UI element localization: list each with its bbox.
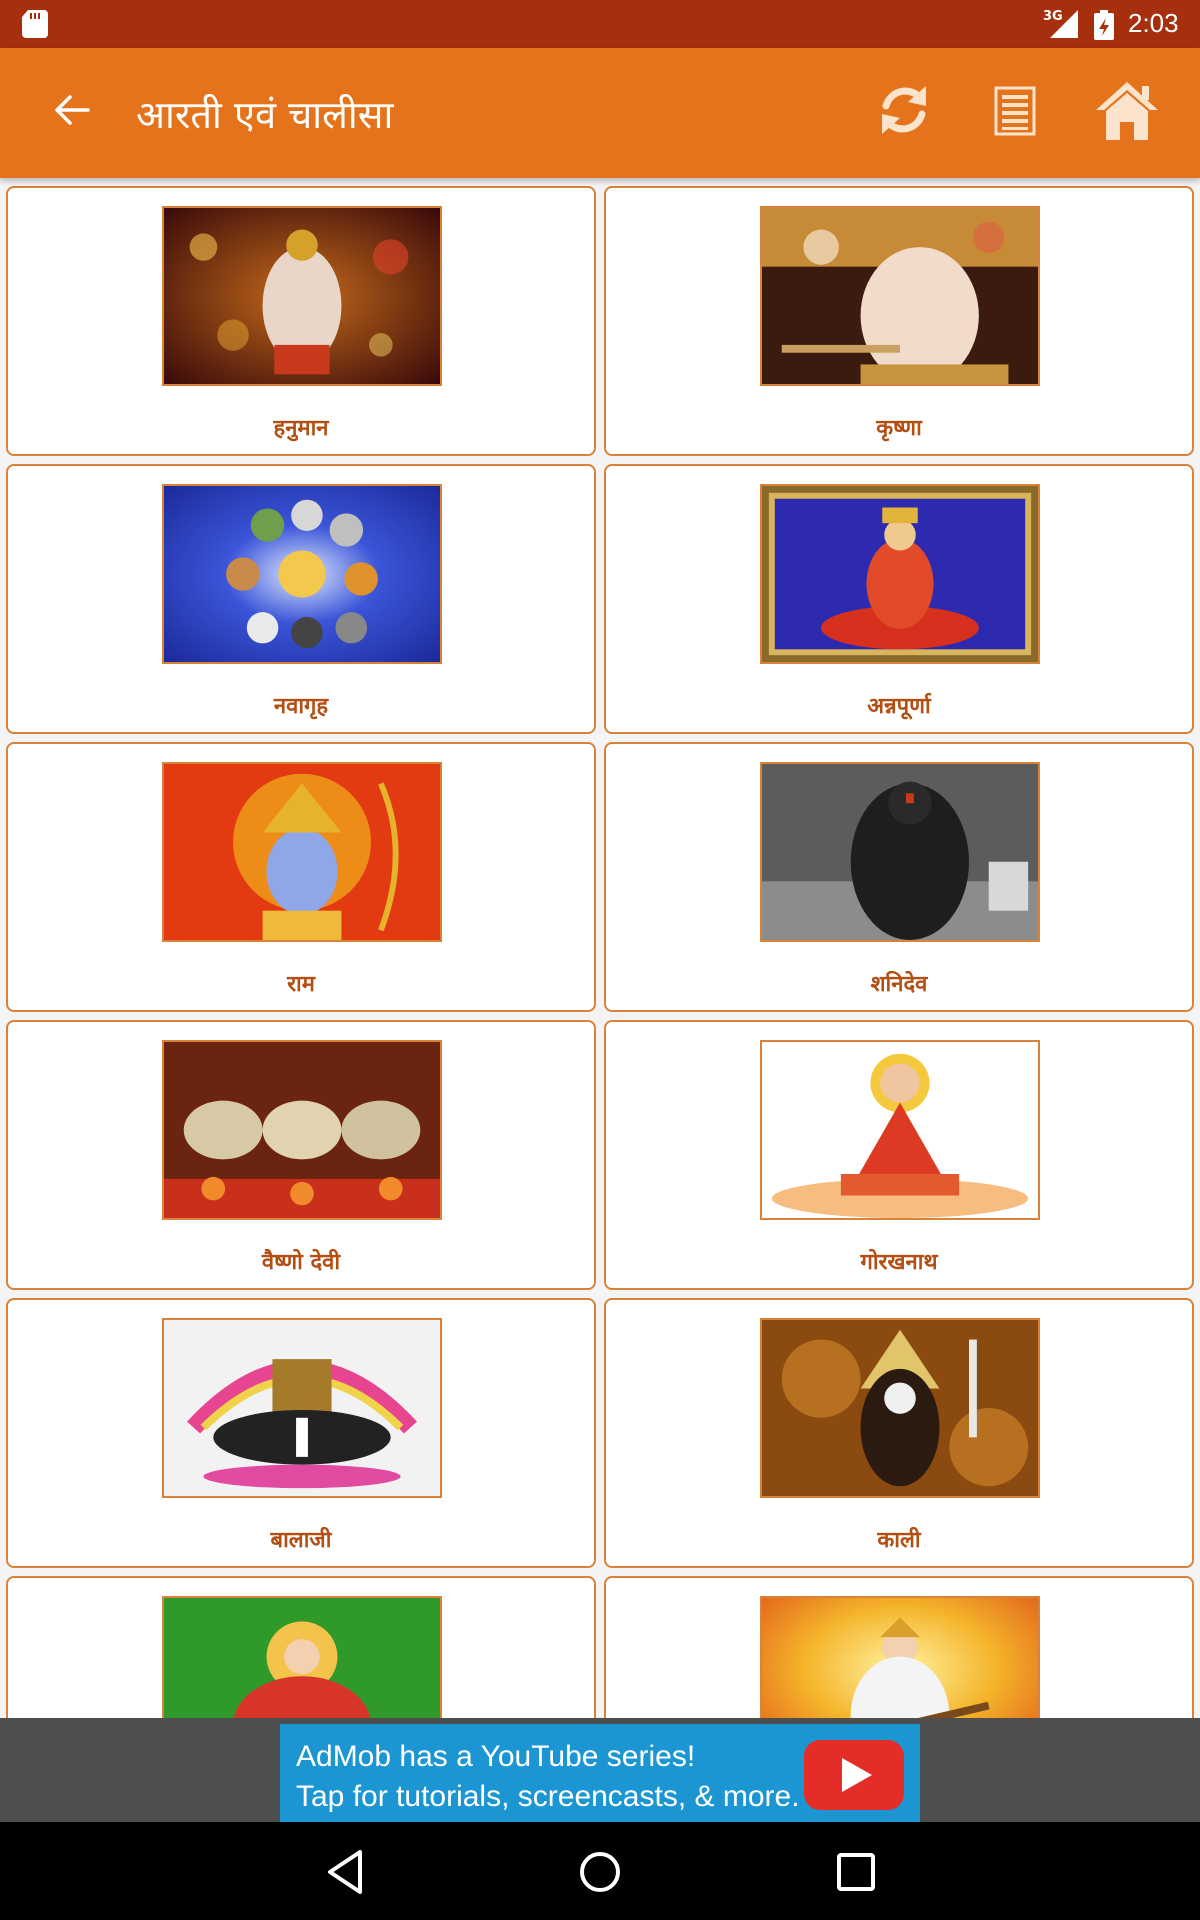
card-shanidev[interactable]: शनिदेव [604, 742, 1194, 1012]
deity-grid: हनुमान कृष्णा नवागृह अन्नपूर्णा राम शनिद… [0, 178, 1200, 1718]
durga-image [162, 1596, 442, 1718]
card-saraswati[interactable] [604, 1576, 1194, 1718]
refresh-icon[interactable] [878, 82, 930, 138]
card-annapurna[interactable]: अन्नपूर्णा [604, 464, 1194, 734]
list-icon[interactable] [994, 86, 1036, 136]
ad-strip: AdMob has a YouTube series! Tap for tuto… [0, 1718, 1200, 1824]
app-bar: आरती एवं चालीसा [0, 48, 1200, 178]
back-arrow-icon[interactable] [52, 90, 92, 130]
card-kali[interactable]: काली [604, 1298, 1194, 1568]
nav-recents-icon[interactable] [830, 1846, 882, 1898]
card-label: बालाजी [270, 1528, 332, 1553]
ad-headline: AdMob has a YouTube series! [296, 1740, 696, 1773]
ram-image [162, 762, 442, 942]
card-label: वैष्णो देवी [261, 1250, 341, 1275]
status-bar: 3G 2:03 [0, 0, 1200, 48]
card-vaishno-devi[interactable]: वैष्णो देवी [6, 1020, 596, 1290]
card-label: राम [287, 972, 315, 997]
card-balaji[interactable]: बालाजी [6, 1298, 596, 1568]
gorakhnath-image [760, 1040, 1040, 1220]
krishna-image [760, 206, 1040, 386]
annapurna-image [760, 484, 1040, 664]
card-label: शनिदेव [870, 972, 928, 997]
card-gorakhnath[interactable]: गोरखनाथ [604, 1020, 1194, 1290]
system-nav-bar [0, 1822, 1200, 1920]
card-label: गोरखनाथ [860, 1250, 938, 1275]
kali-image [760, 1318, 1040, 1498]
balaji-image [162, 1318, 442, 1498]
card-label: काली [877, 1528, 921, 1553]
card-navagraha[interactable]: नवागृह [6, 464, 596, 734]
vaishno-devi-image [162, 1040, 442, 1220]
card-label: अन्नपूर्णा [867, 694, 931, 719]
clock: 2:03 [1128, 8, 1179, 38]
card-label: नवागृह [273, 694, 329, 719]
app-screen: 3G 2:03 आरती एवं चालीसा हनुमान कृष्णा नव… [0, 0, 1200, 1920]
youtube-play-icon [804, 1740, 904, 1810]
card-label: कृष्णा [876, 416, 922, 441]
admob-banner[interactable]: AdMob has a YouTube series! Tap for tuto… [280, 1724, 920, 1824]
ad-subline: Tap for tutorials, screencasts, & more. [296, 1780, 800, 1813]
sd-card-icon [22, 10, 48, 38]
saraswati-image [760, 1596, 1040, 1718]
card-hanuman[interactable]: हनुमान [6, 186, 596, 456]
nav-home-icon[interactable] [574, 1846, 626, 1898]
hanuman-image [162, 206, 442, 386]
card-ram[interactable]: राम [6, 742, 596, 1012]
card-label: हनुमान [273, 416, 329, 441]
card-krishna[interactable]: कृष्णा [604, 186, 1194, 456]
home-icon[interactable] [1094, 80, 1160, 142]
page-title: आरती एवं चालीसा [136, 93, 394, 137]
nav-back-icon[interactable] [320, 1846, 372, 1898]
card-durga[interactable] [6, 1576, 596, 1718]
navagraha-image [162, 484, 442, 664]
signal-icon [1050, 10, 1078, 38]
shanidev-image [760, 762, 1040, 942]
battery-icon [1094, 10, 1114, 40]
